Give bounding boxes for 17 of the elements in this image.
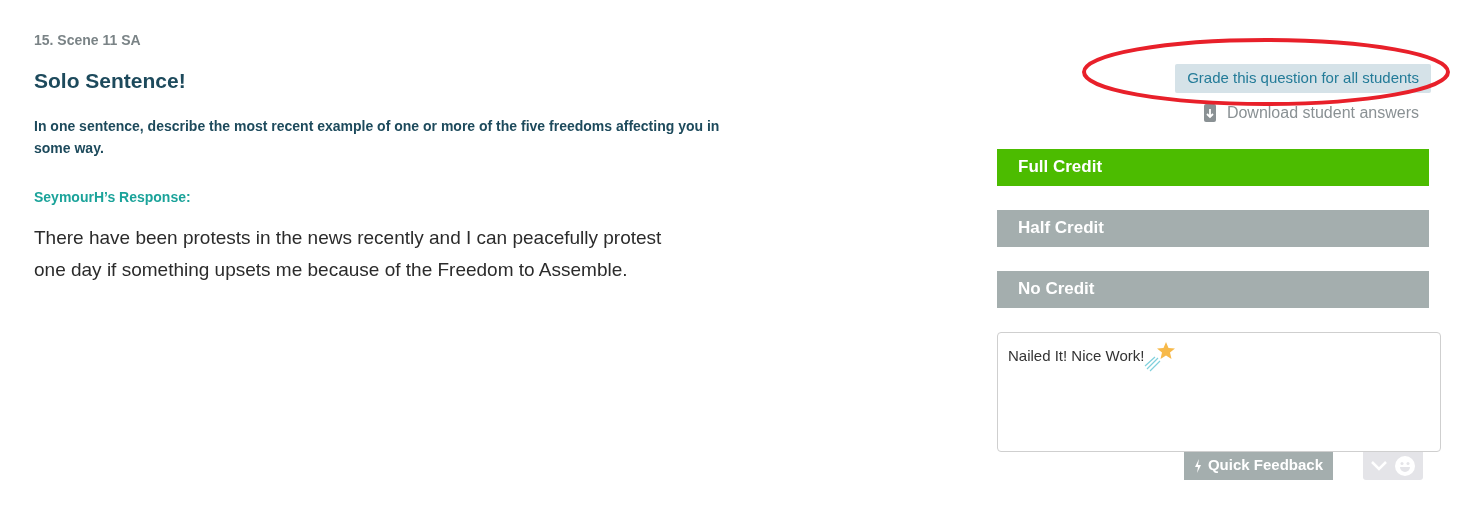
quick-feedback-button[interactable]: Quick Feedback <box>1183 451 1333 480</box>
grade-all-button[interactable]: Grade this question for all students <box>1175 64 1431 93</box>
emoji-dropdown-button[interactable] <box>1363 451 1423 480</box>
credit-button[interactable]: Half Credit <box>997 209 1429 247</box>
feedback-field[interactable]: Nailed It! Nice Work! <box>997 331 1441 452</box>
credit-button[interactable]: Full Credit <box>997 148 1429 186</box>
lightning-icon <box>1193 458 1202 473</box>
question-title: Solo Sentence! <box>34 68 187 94</box>
chevron-down-icon <box>1371 460 1387 471</box>
credit-button[interactable]: No Credit <box>997 270 1429 308</box>
question-number: 15. Scene 11 SA <box>34 31 142 50</box>
shooting-star-icon <box>1144 340 1177 373</box>
question-prompt: In one sentence, describe the most recent example of one or more of the five freedoms affecting you in some way. <box>34 116 721 158</box>
download-link[interactable]: Download student answers <box>1202 100 1419 125</box>
smiley-icon <box>1395 455 1415 476</box>
response-text: There have been protests in the news recently and I can peacefully protest one day if something upsets me because of the Freedom to Assemble. <box>34 225 663 282</box>
response-label: SeymourH’s Response: <box>34 187 192 207</box>
